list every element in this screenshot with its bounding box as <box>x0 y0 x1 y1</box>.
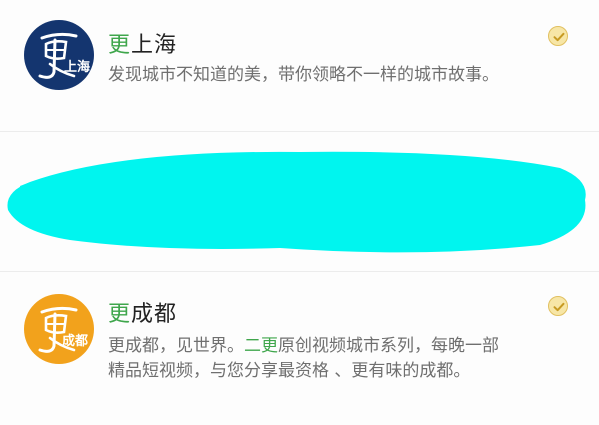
check-circle-icon[interactable] <box>548 296 568 316</box>
description-accent-text: 二更 <box>244 336 278 356</box>
account-name-accent: 更 <box>108 33 132 58</box>
account-name-rest: 上海 <box>131 33 178 58</box>
account-name-chengdu[interactable]: 更成都 <box>108 296 177 328</box>
account-name-accent: 更 <box>108 302 132 327</box>
description-line-2: 精品短视频，与您分享最资格 、更有味的成都。 <box>108 361 471 381</box>
redaction-scribble <box>7 151 586 253</box>
account-name-shanghai[interactable]: 更上海 <box>108 27 177 59</box>
divider <box>0 131 599 132</box>
description-text: 原创视频城市系列，每晚一部 <box>278 336 499 356</box>
check-circle-icon[interactable] <box>548 26 568 46</box>
chengdu-logo-sub-text: 成都 <box>62 334 89 349</box>
account-name-rest: 成都 <box>131 302 178 327</box>
shanghai-logo-avatar: 上海 <box>24 20 94 90</box>
description-text: 更成都，见世界。 <box>108 336 244 356</box>
shanghai-logo-sub-text: 上海 <box>64 60 91 75</box>
account-description-shanghai: 发现城市不知道的美，带你领略不一样的城市故事。 <box>108 65 499 85</box>
account-list: 上海 更上海 发现城市不知道的美，带你领略不一样的城市故事。 成都 更成都 更成… <box>0 0 599 425</box>
account-description-chengdu: 更成都，见世界。二更原创视频城市系列，每晚一部 精品短视频，与您分享最资格 、更… <box>108 334 499 384</box>
chengdu-logo-avatar: 成都 <box>24 294 94 364</box>
description-line-1: 更成都，见世界。二更原创视频城市系列，每晚一部 <box>108 334 499 359</box>
